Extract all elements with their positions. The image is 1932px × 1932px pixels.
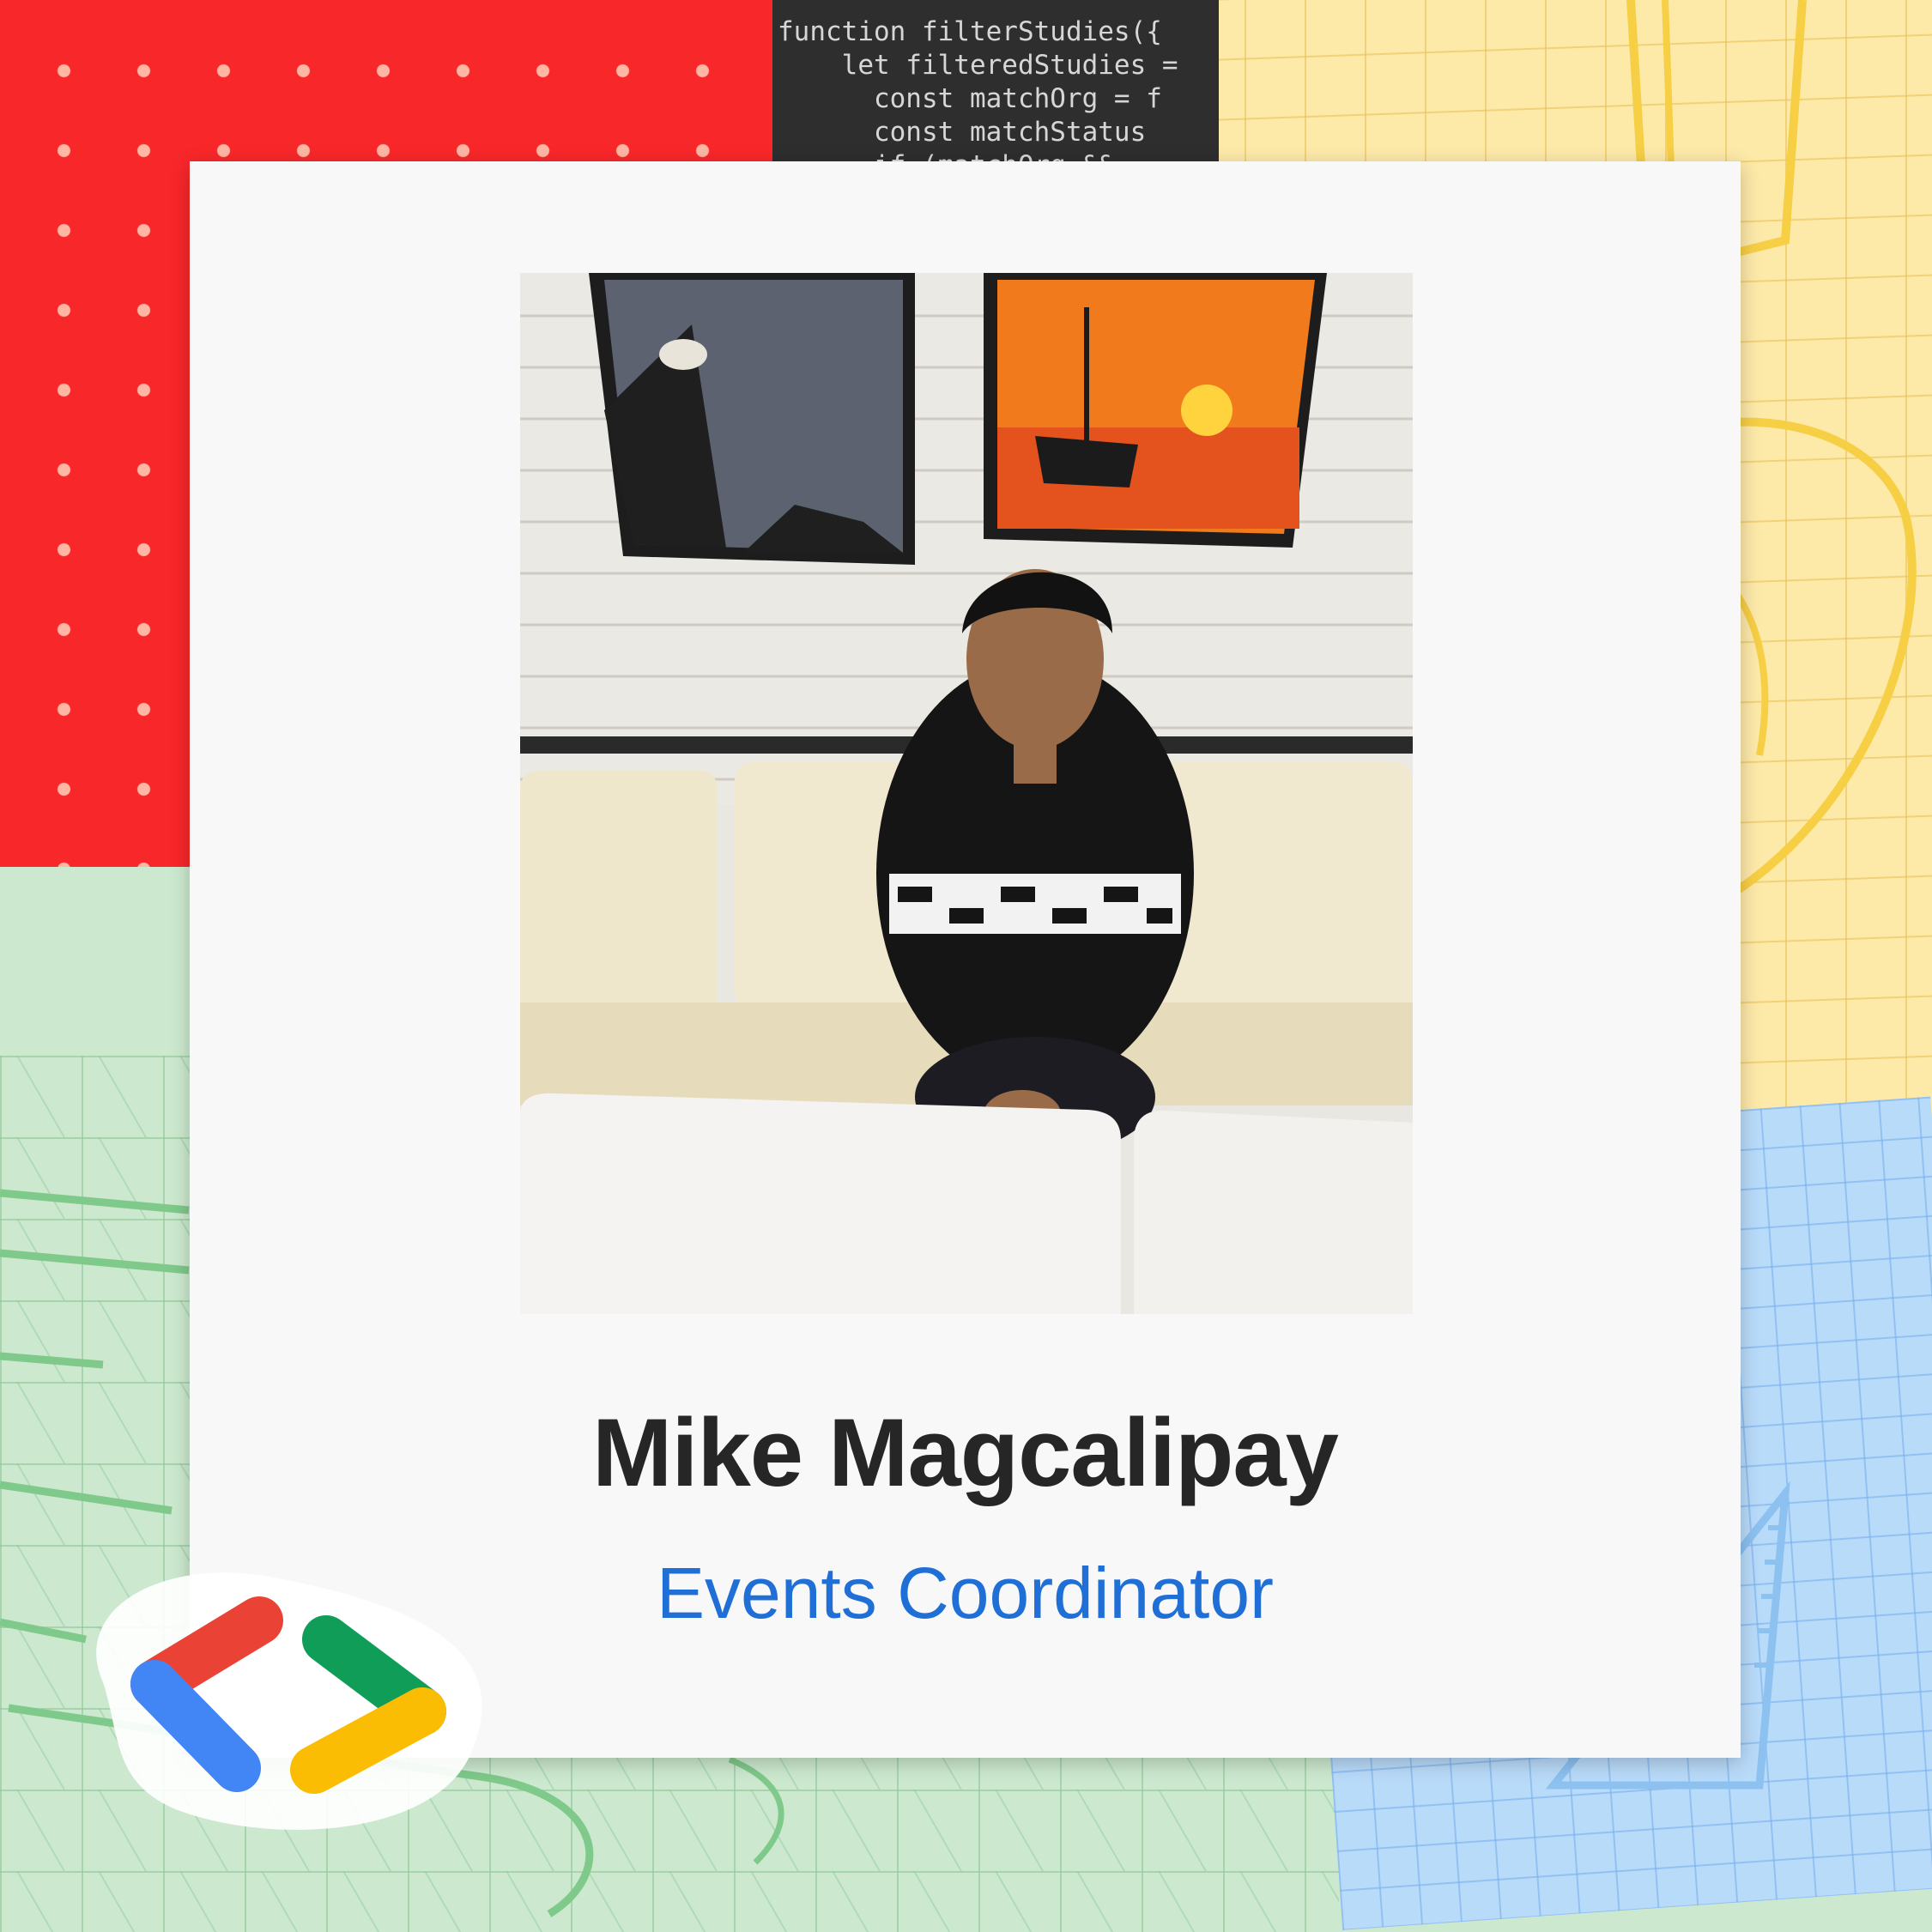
developer-brackets-logo-icon (69, 1553, 498, 1837)
profile-name: Mike Magcalipay (592, 1399, 1339, 1506)
profile-photo (520, 273, 1413, 1314)
profile-card: Mike Magcalipay Events Coordinator (190, 161, 1741, 1758)
profile-photo-illustration (520, 273, 1413, 1314)
